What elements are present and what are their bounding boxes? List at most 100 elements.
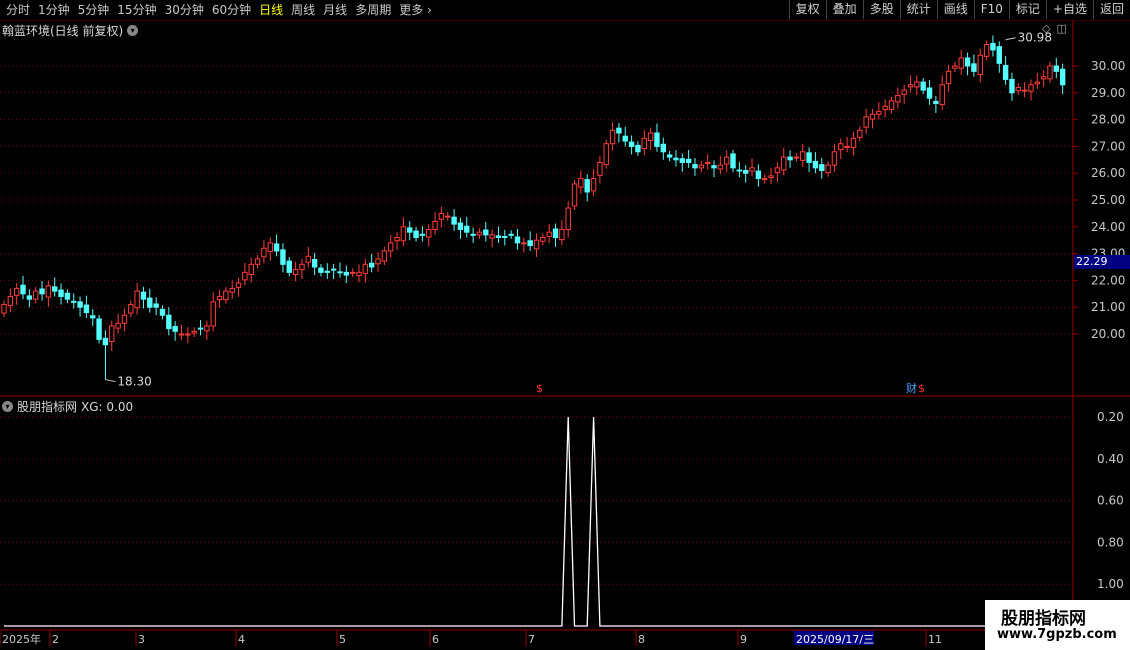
candle-body [1021, 89, 1028, 92]
candle-body [457, 222, 464, 230]
candle-body [26, 295, 33, 300]
candle [679, 153, 686, 172]
candle [660, 137, 666, 160]
candle [933, 96, 939, 113]
candle-body [850, 137, 857, 148]
indicator-y-label: 1.00 [1097, 577, 1124, 591]
candle [223, 287, 229, 304]
candle [381, 246, 388, 266]
candle-body [895, 94, 901, 103]
candle [1040, 70, 1047, 87]
candle-body [774, 167, 781, 174]
candle-body [933, 100, 939, 105]
y-tick-label: 25.00 [1091, 193, 1125, 207]
candle-body [1047, 65, 1053, 80]
candle-body [362, 263, 369, 274]
candle [457, 217, 464, 239]
candle-body [857, 129, 863, 138]
candle-body [641, 137, 647, 150]
y-tick-label: 26.00 [1091, 166, 1125, 180]
candle [736, 161, 743, 178]
candle-body [432, 220, 438, 230]
candle [635, 141, 641, 156]
candle [540, 233, 546, 246]
y-tick-label: 21.00 [1091, 300, 1125, 314]
candle-body [527, 240, 533, 247]
indicator-y-label: 0.80 [1097, 535, 1124, 549]
candle [787, 150, 793, 168]
high-pointer [1005, 37, 1016, 41]
indicator-name: 股朋指标网 [17, 400, 78, 414]
candle-body [1040, 76, 1047, 80]
candle-body [502, 235, 508, 239]
candle [597, 155, 603, 184]
candle-body [394, 237, 400, 242]
indicator-y-label: 0.20 [1097, 410, 1124, 424]
candle-body [755, 170, 762, 180]
candle-body [115, 322, 121, 329]
candle [533, 233, 540, 257]
candle [134, 283, 140, 315]
candle-body [483, 229, 489, 236]
candle [1047, 61, 1053, 83]
candle-body [546, 231, 552, 237]
candle-body [838, 143, 844, 151]
indicator-y-label: 0.40 [1097, 452, 1124, 466]
candle-body [685, 158, 692, 163]
candle-body [223, 290, 229, 301]
candle [578, 170, 584, 194]
candle [876, 102, 882, 120]
candle-body [254, 258, 261, 265]
indicator-y-label: 0.60 [1097, 494, 1124, 508]
chevron-down-icon[interactable]: ▾ [2, 401, 13, 412]
kline-chart[interactable]: 20.0021.0022.0023.0024.0025.0026.0027.00… [0, 0, 1130, 650]
candle [869, 108, 876, 129]
candle-body [235, 282, 242, 288]
candle [77, 296, 83, 317]
candle-body [83, 304, 90, 314]
candle [476, 228, 483, 239]
candle-body [635, 144, 641, 153]
candle [945, 64, 952, 92]
candle-body [508, 233, 514, 236]
candle-body [273, 243, 280, 252]
candle [552, 223, 559, 247]
date-label: 2025年 [2, 632, 41, 646]
candle-body [419, 233, 426, 236]
candle-body [216, 295, 223, 301]
candle [895, 87, 901, 109]
candle [812, 152, 819, 174]
indicator-value: XG: 0.00 [81, 399, 134, 414]
candle [305, 246, 311, 268]
candle [13, 283, 20, 305]
candle-body [286, 260, 292, 273]
candle [32, 287, 39, 304]
candle-body [666, 154, 673, 158]
candle-body [793, 156, 800, 159]
candle-body [299, 263, 305, 271]
candle [774, 162, 781, 183]
candle [971, 54, 977, 77]
candle-body [800, 151, 806, 161]
candle-body [1053, 65, 1060, 72]
y-tick-label: 20.00 [1091, 327, 1125, 341]
candle [432, 212, 438, 235]
candle [356, 264, 362, 283]
candle-body [32, 290, 39, 300]
candle [242, 262, 248, 286]
candle [254, 254, 261, 269]
candle-body [939, 84, 945, 106]
candle [1002, 56, 1009, 85]
candle [413, 227, 419, 242]
candle [1028, 79, 1034, 101]
candle-body [983, 44, 990, 57]
candle [58, 283, 64, 305]
candle-body [597, 161, 603, 176]
candle-body [178, 333, 185, 336]
candle-body [622, 135, 628, 142]
candle-body [20, 284, 26, 295]
candle-body [1009, 78, 1015, 94]
candle [495, 226, 502, 243]
candle [115, 313, 121, 334]
candle-body [952, 65, 958, 69]
